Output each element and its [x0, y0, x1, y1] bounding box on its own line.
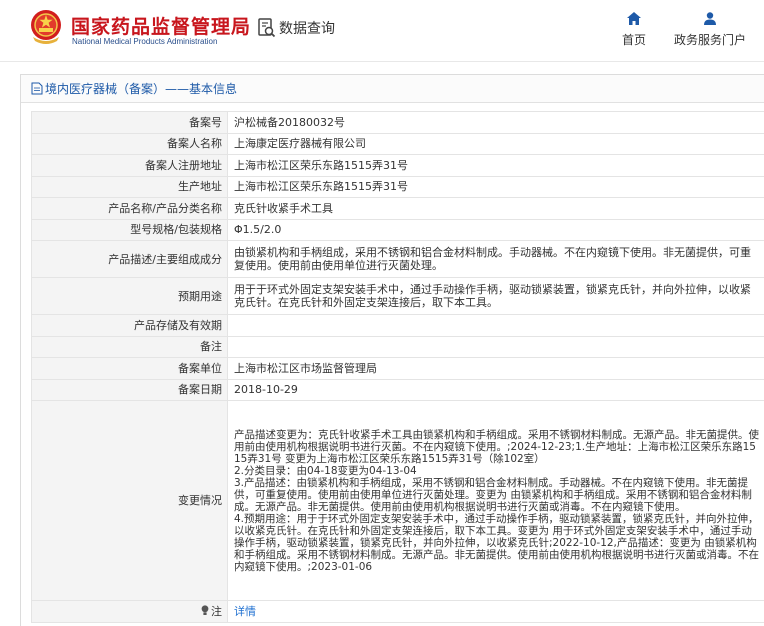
table-row: 备注: [31, 335, 764, 358]
breadcrumb: 境内医疗器械（备案）——基本信息: [21, 75, 764, 103]
field-label: 备案人名称: [31, 132, 228, 155]
search-document-icon: [258, 18, 276, 38]
change-entry: 3.产品描述：由锁紧机构和手柄组成，采用不锈钢和铝合金材料制成。手动器械。不在内…: [234, 476, 752, 513]
table-row: 备案人名称 上海康定医疗器械有限公司: [31, 132, 764, 155]
nav-home[interactable]: 首页: [616, 12, 652, 48]
field-label: 备案人注册地址: [31, 154, 228, 177]
change-entry: 产品描述变更为：克氏针收紧手术工具由锁紧机构和手柄组成。采用不锈钢材料制成。无源…: [234, 428, 759, 465]
nav-home-label: 首页: [621, 33, 646, 47]
change-entry: 2.分类目录：由04-18变更为04-13-04: [234, 464, 417, 477]
details-link[interactable]: 详情: [234, 605, 256, 618]
field-value: 用于于环式外固定支架安装手术中，通过手动操作手柄，驱动锁紧装置，锁紧克氏针，并向…: [227, 277, 764, 315]
field-value: 上海康定医疗器械有限公司: [227, 132, 764, 155]
table-row: 变更情况 产品描述变更为：克氏针收紧手术工具由锁紧机构和手柄组成。采用不锈钢材料…: [31, 400, 764, 601]
table-row: 备案日期 2018-10-29: [31, 378, 764, 401]
field-value: 上海市松江区荣乐东路1515弄31号: [227, 175, 764, 198]
record-table: 备案号 沪松械备20180032号 备案人名称 上海康定医疗器械有限公司 备案人…: [31, 111, 764, 623]
field-value: 2018-10-29: [227, 378, 764, 401]
table-row: 产品名称/产品分类名称 克氏针收紧手术工具: [31, 197, 764, 220]
home-icon: [627, 12, 641, 25]
field-value: Φ1.5/2.0: [227, 218, 764, 241]
site-title-en: National Medical Products Administration: [72, 37, 218, 46]
record-panel: 境内医疗器械（备案）——基本信息 备案号 沪松械备20180032号 备案人名称…: [20, 74, 764, 626]
table-row: 预期用途 用于于环式外固定支架安装手术中，通过手动操作手柄，驱动锁紧装置，锁紧克…: [31, 277, 764, 315]
document-icon: [31, 82, 43, 95]
field-value: 由锁紧机构和手柄组成，采用不锈钢和铝合金材料制成。手动器械。不在内窥镜下使用。非…: [227, 240, 764, 278]
field-label: 型号规格/包装规格: [31, 218, 228, 241]
field-label: 产品存储及有效期: [31, 314, 228, 337]
note-label: 注: [31, 600, 228, 623]
note-label-text: 注: [211, 604, 222, 618]
field-label: 变更情况: [31, 400, 228, 601]
user-icon: [704, 12, 716, 25]
field-value: 克氏针收紧手术工具: [227, 197, 764, 220]
data-query-label: 数据查询: [279, 21, 335, 37]
field-label: 备案日期: [31, 378, 228, 401]
field-label: 产品名称/产品分类名称: [31, 197, 228, 220]
note-value: 详情: [227, 600, 764, 623]
data-query-link[interactable]: 数据查询: [258, 17, 335, 39]
change-history: 产品描述变更为：克氏针收紧手术工具由锁紧机构和手柄组成。采用不锈钢材料制成。无源…: [227, 400, 764, 601]
table-row: 备案单位 上海市松江区市场监督管理局: [31, 357, 764, 380]
field-label: 备案单位: [31, 357, 228, 380]
field-value: 上海市松江区市场监督管理局: [227, 357, 764, 380]
field-label: 产品描述/主要组成成分: [31, 240, 228, 278]
site-header: 国家药品监督管理局 National Medical Products Admi…: [0, 0, 764, 62]
field-label: 备案号: [31, 111, 228, 134]
field-label: 生产地址: [31, 175, 228, 198]
field-label: 预期用途: [31, 277, 228, 315]
table-row: 备案人注册地址 上海市松江区荣乐东路1515弄31号: [31, 154, 764, 177]
bulb-icon: [201, 605, 209, 615]
table-row: 注 详情: [31, 600, 764, 623]
field-value: [227, 314, 764, 337]
field-value: [227, 335, 764, 358]
table-row: 备案号 沪松械备20180032号: [31, 111, 764, 134]
national-emblem-icon: [31, 10, 61, 44]
table-row: 产品描述/主要组成成分 由锁紧机构和手柄组成，采用不锈钢和铝合金材料制成。手动器…: [31, 240, 764, 278]
table-row: 产品存储及有效期: [31, 314, 764, 337]
nav-government-services-label: 政务服务门户: [673, 33, 746, 47]
breadcrumb-text[interactable]: 境内医疗器械（备案）——基本信息: [45, 80, 237, 97]
field-value: 上海市松江区荣乐东路1515弄31号: [227, 154, 764, 177]
site-title[interactable]: 国家药品监督管理局: [71, 12, 251, 39]
field-label: 备注: [31, 335, 228, 358]
nav-government-services[interactable]: 政务服务门户: [672, 12, 748, 48]
change-entry: 4.预期用途：用于于环式外固定支架安装手术中，通过手动操作手柄，驱动锁紧装置，锁…: [234, 512, 759, 573]
table-row: 生产地址 上海市松江区荣乐东路1515弄31号: [31, 175, 764, 198]
table-row: 型号规格/包装规格 Φ1.5/2.0: [31, 218, 764, 241]
field-value: 沪松械备20180032号: [227, 111, 764, 134]
